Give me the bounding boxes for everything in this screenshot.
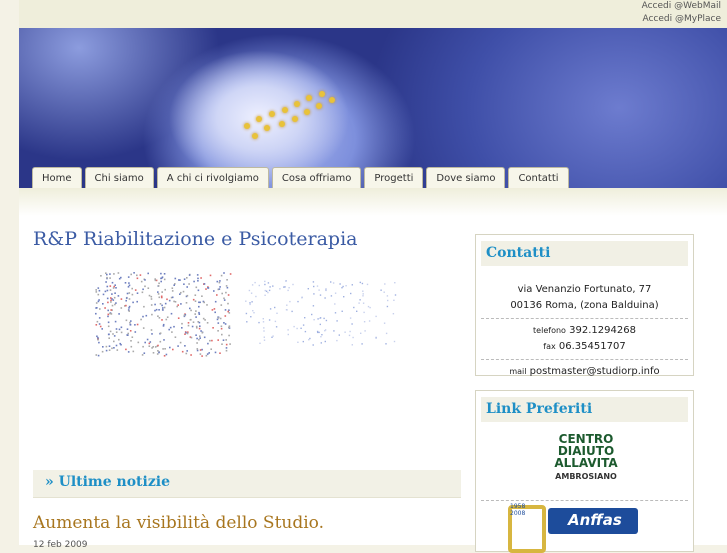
myplace-link[interactable]: Accedi @MyPlace (642, 13, 721, 26)
article-date: 12 feb 2009 (33, 540, 88, 550)
flower-banner (19, 28, 727, 188)
cda-line-4: AMBROSIANO (555, 472, 617, 481)
nav-home[interactable]: Home (32, 167, 82, 188)
phone-row: telefono 392.1294268 (476, 323, 693, 339)
divider (481, 500, 688, 501)
cda-line-3: ALLAVITA (554, 456, 618, 470)
nav-progetti[interactable]: Progetti (364, 167, 424, 188)
top-links: Accedi @WebMail Accedi @MyPlace (642, 0, 721, 26)
nav-cosa-offriamo[interactable]: Cosa offriamo (271, 167, 362, 188)
news-heading: » Ultime notizie (45, 474, 171, 490)
mail-value[interactable]: postmaster@studiorp.info (530, 366, 660, 377)
anffas-years: 1958 2008 (510, 503, 526, 517)
divider (481, 359, 688, 360)
nav-a-chi-ci-rivolgiamo[interactable]: A chi ci rivolgiamo (156, 167, 269, 188)
links-heading: Link Preferiti (481, 397, 688, 422)
contatti-heading: Contatti (481, 241, 688, 266)
divider (481, 318, 688, 319)
mail-label: mail (509, 367, 527, 376)
news-section-header: » Ultime notizie (33, 470, 461, 498)
banner-fade (19, 188, 727, 216)
nav-dove-siamo[interactable]: Dove siamo (426, 167, 506, 188)
link-preferiti-box: Link Preferiti CENTRO DIAIUTO ALLAVITA A… (475, 390, 694, 553)
nav-contatti[interactable]: Contatti (508, 167, 569, 188)
phone-label: telefono (533, 326, 566, 335)
cda-logo[interactable]: CENTRO DIAIUTO ALLAVITA AMBROSIANO (536, 433, 636, 483)
anffas-logo[interactable]: 1958 2008 Anffas (508, 503, 648, 553)
article-title[interactable]: Aumenta la visibilità dello Studio. (33, 513, 324, 533)
mail-row: mail postmaster@studiorp.info (476, 364, 693, 380)
address-line-2: 00136 Roma, (zona Balduina) (510, 300, 659, 311)
top-bar (19, 0, 727, 28)
address-line-1: via Venanzio Fortunato, 77 (517, 284, 652, 295)
flower-stamens (234, 83, 364, 143)
studio-logo (95, 272, 397, 357)
anffas-name: Anffas (568, 511, 622, 529)
nav-chi-siamo[interactable]: Chi siamo (84, 167, 154, 188)
fax-row: fax 06.35451707 (476, 339, 693, 355)
phone-value: 392.1294268 (569, 325, 636, 336)
contatti-box: Contatti via Venanzio Fortunato, 77 0013… (475, 234, 694, 377)
page-title: R&P Riabilitazione e Psicoterapia (33, 228, 358, 250)
fax-label: fax (543, 342, 556, 351)
main-nav: Home Chi siamo A chi ci rivolgiamo Cosa … (32, 167, 572, 188)
fax-value: 06.35451707 (558, 341, 626, 352)
webmail-link[interactable]: Accedi @WebMail (642, 0, 721, 13)
